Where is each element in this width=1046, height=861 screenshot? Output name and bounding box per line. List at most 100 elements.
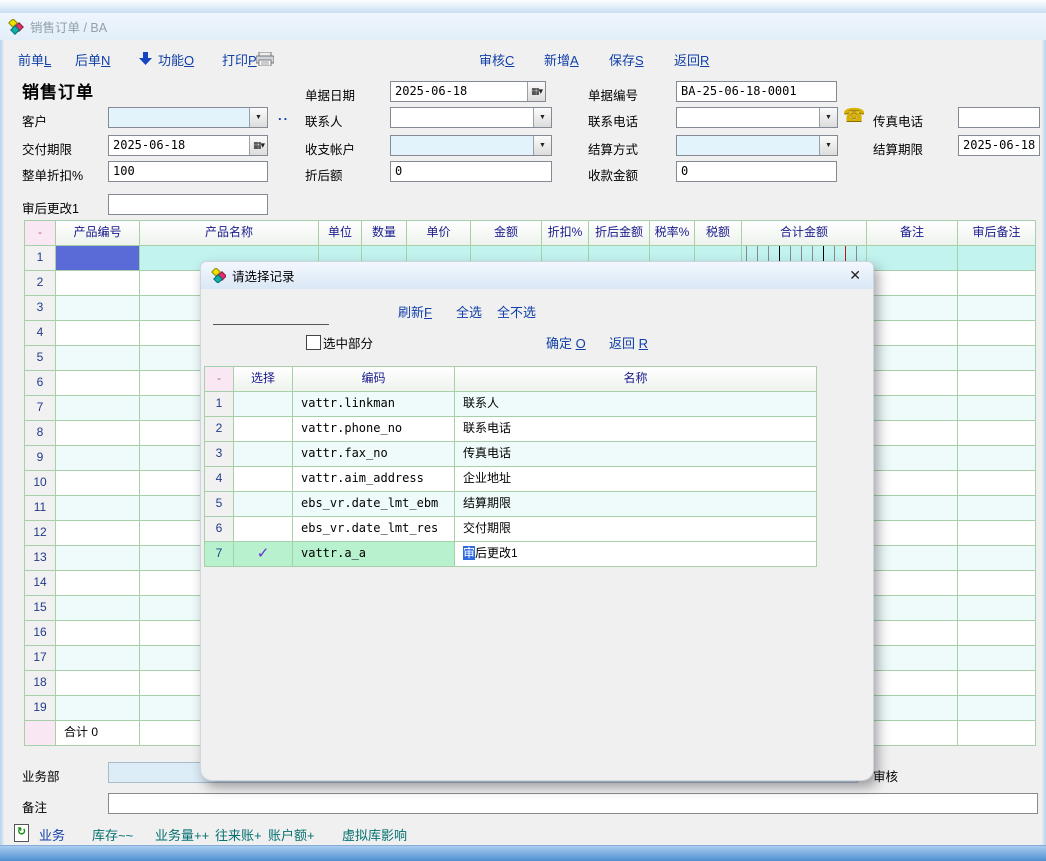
record-code-cell[interactable]: vattr.phone_no xyxy=(293,417,455,442)
grid-cell[interactable] xyxy=(958,696,1036,721)
grid-cell[interactable] xyxy=(867,396,958,421)
grid-cell[interactable] xyxy=(958,671,1036,696)
column-header[interactable]: 选择 xyxy=(234,367,293,392)
grid-cell[interactable] xyxy=(958,246,1036,271)
doc-date-input[interactable]: 2025-06-18 ▦▾ xyxy=(390,81,546,102)
calendar-icon[interactable]: ▦▾ xyxy=(249,136,267,155)
column-header[interactable]: 编码 xyxy=(293,367,455,392)
row-number-cell[interactable]: 5 xyxy=(205,492,234,517)
select-checkbox-cell[interactable] xyxy=(234,442,293,467)
chevron-down-icon[interactable]: ▼ xyxy=(819,108,837,127)
close-icon[interactable]: ✕ xyxy=(847,267,863,284)
row-number-cell[interactable]: 1 xyxy=(25,246,56,271)
grid-cell[interactable] xyxy=(56,271,140,296)
account-combobox[interactable]: ▼ xyxy=(390,135,552,156)
grid-cell[interactable] xyxy=(867,296,958,321)
grid-cell[interactable] xyxy=(867,321,958,346)
grid-cell[interactable] xyxy=(56,471,140,496)
row-number-cell[interactable]: 18 xyxy=(25,671,56,696)
row-number-cell[interactable]: 2 xyxy=(25,271,56,296)
grid-cell[interactable] xyxy=(958,396,1036,421)
record-name-cell[interactable]: 结算期限 xyxy=(455,492,817,517)
record-name-cell[interactable]: 联系电话 xyxy=(455,417,817,442)
note-input[interactable] xyxy=(108,793,1038,814)
grid-cell[interactable] xyxy=(958,646,1036,671)
record-code-cell[interactable]: vattr.linkman xyxy=(293,392,455,417)
record-name-cell[interactable]: 传真电话 xyxy=(455,442,817,467)
grid-cell[interactable] xyxy=(56,521,140,546)
ok-button[interactable]: 确定 O xyxy=(546,333,586,352)
grid-cell[interactable] xyxy=(867,521,958,546)
grid-cell[interactable] xyxy=(867,671,958,696)
function-menu-button[interactable]: 功能O xyxy=(158,50,194,69)
row-number-cell[interactable]: 3 xyxy=(205,442,234,467)
discounted-amt-input[interactable]: 0 xyxy=(390,161,552,182)
record-code-cell[interactable]: vattr.aim_address xyxy=(293,467,455,492)
save-button[interactable]: 保存S xyxy=(609,50,644,69)
column-header[interactable]: 单位 xyxy=(319,221,362,246)
grid-cell[interactable] xyxy=(958,371,1036,396)
grid-cell[interactable] xyxy=(958,321,1036,346)
record-code-cell[interactable]: vattr.fax_no xyxy=(293,442,455,467)
record-row[interactable]: 3 vattr.fax_no传真电话 xyxy=(205,442,817,467)
record-row[interactable]: 2vattr.phone_no联系电话 xyxy=(205,417,817,442)
row-number-cell[interactable]: 6 xyxy=(205,517,234,542)
column-header[interactable]: 审后备注 xyxy=(958,221,1036,246)
row-number-cell[interactable]: 11 xyxy=(25,496,56,521)
grid-cell[interactable] xyxy=(867,421,958,446)
record-code-cell[interactable]: ebs_vr.date_lmt_res xyxy=(293,517,455,542)
received-amt-input[interactable]: 0 xyxy=(676,161,837,182)
row-number-cell[interactable]: 17 xyxy=(25,646,56,671)
chevron-down-icon[interactable]: ▼ xyxy=(533,108,551,127)
grid-cell[interactable] xyxy=(958,421,1036,446)
row-number-cell[interactable]: 19 xyxy=(25,696,56,721)
select-all-button[interactable]: 全选 xyxy=(456,302,482,321)
grid-cell[interactable] xyxy=(958,296,1036,321)
row-number-cell[interactable]: 4 xyxy=(25,321,56,346)
grid-cell[interactable] xyxy=(867,271,958,296)
print-button[interactable]: 打印P xyxy=(222,50,257,69)
grid-cell[interactable] xyxy=(867,546,958,571)
audit-button[interactable]: 审核C xyxy=(479,50,514,69)
row-number-cell[interactable]: 9 xyxy=(25,446,56,471)
back-button[interactable]: 返回R xyxy=(674,50,709,69)
dialog-back-button[interactable]: 返回 R xyxy=(609,333,648,352)
row-number-cell[interactable]: 4 xyxy=(205,467,234,492)
grid-cell[interactable] xyxy=(56,296,140,321)
doc-no-input[interactable]: BA-25-06-18-0001 xyxy=(676,81,837,102)
record-row[interactable]: 5 ebs_vr.date_lmt_ebm结算期限 xyxy=(205,492,817,517)
grid-cell[interactable] xyxy=(867,346,958,371)
grid-cell[interactable] xyxy=(867,371,958,396)
post-audit-change-input[interactable] xyxy=(108,194,268,215)
select-checkbox-cell[interactable] xyxy=(234,417,293,442)
record-name-cell[interactable]: 联系人 xyxy=(455,392,817,417)
column-header[interactable]: 单价 xyxy=(407,221,471,246)
record-row[interactable]: 4vattr.aim_address企业地址 xyxy=(205,467,817,492)
phone-icon[interactable]: ☎ xyxy=(843,105,865,126)
column-header[interactable]: - xyxy=(205,367,234,392)
grid-cell[interactable] xyxy=(56,346,140,371)
column-header[interactable]: 税率% xyxy=(650,221,695,246)
grid-cell[interactable] xyxy=(958,621,1036,646)
column-header[interactable]: 合计金额 xyxy=(742,221,867,246)
grid-cell[interactable] xyxy=(56,571,140,596)
grid-cell[interactable] xyxy=(867,646,958,671)
record-name-cell[interactable]: 交付期限 xyxy=(455,517,817,542)
record-code-cell[interactable]: ebs_vr.date_lmt_ebm xyxy=(293,492,455,517)
bottom-link-3[interactable]: 业务量++ xyxy=(155,825,209,844)
column-header[interactable]: 名称 xyxy=(455,367,817,392)
grid-cell[interactable] xyxy=(56,546,140,571)
select-checkbox-cell[interactable] xyxy=(234,467,293,492)
select-none-button[interactable]: 全不选 xyxy=(497,302,536,321)
phone-combobox[interactable]: ▼ xyxy=(676,107,838,128)
delivery-date-input[interactable]: 2025-06-18 ▦▾ xyxy=(108,135,268,156)
row-number-cell[interactable]: 15 xyxy=(25,596,56,621)
grid-cell[interactable] xyxy=(867,471,958,496)
grid-cell[interactable] xyxy=(56,446,140,471)
grid-cell[interactable] xyxy=(56,496,140,521)
select-checkbox-cell[interactable] xyxy=(234,392,293,417)
grid-cell[interactable] xyxy=(867,446,958,471)
chevron-down-icon[interactable]: ▼ xyxy=(533,136,551,155)
grid-cell[interactable] xyxy=(56,371,140,396)
printer-icon[interactable] xyxy=(256,52,274,69)
